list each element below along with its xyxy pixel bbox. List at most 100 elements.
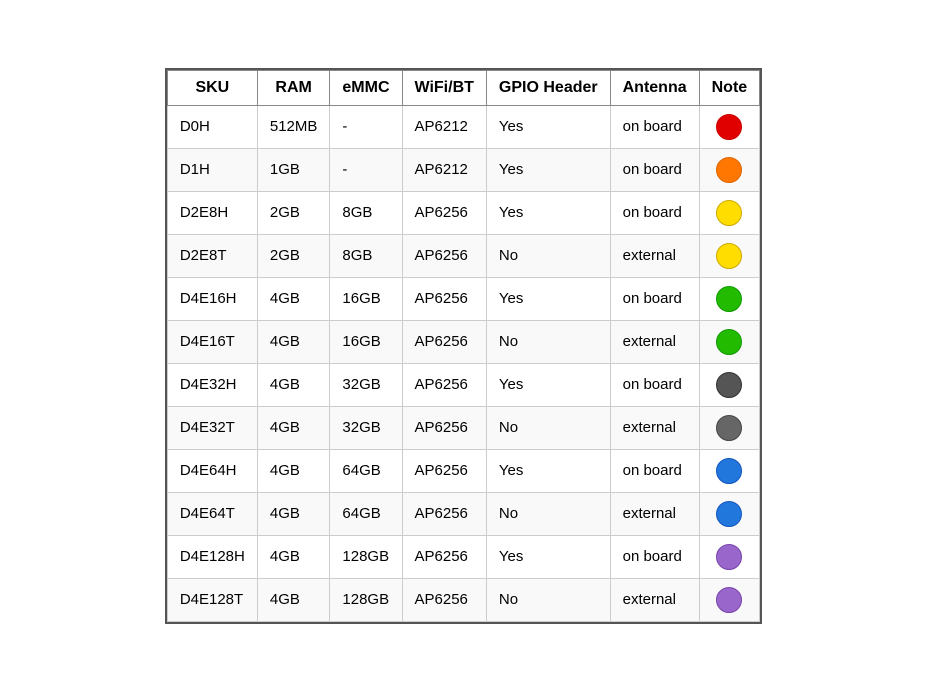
table-row: D2E8H2GB8GBAP6256Yeson board xyxy=(167,191,759,234)
table-row: D4E32H4GB32GBAP6256Yeson board xyxy=(167,363,759,406)
table-row: D4E16T4GB16GBAP6256Noexternal xyxy=(167,320,759,363)
note-dot-cell xyxy=(699,105,760,148)
table-row: D4E128H4GB128GBAP6256Yeson board xyxy=(167,535,759,578)
sku-cell: D4E128T xyxy=(167,578,257,621)
color-dot xyxy=(716,458,742,484)
color-dot xyxy=(716,157,742,183)
sku-table: SKURAMeMMCWiFi/BTGPIO HeaderAntennaNote … xyxy=(167,70,760,622)
table-header-row: SKURAMeMMCWiFi/BTGPIO HeaderAntennaNote xyxy=(167,70,759,105)
gpio-cell: Yes xyxy=(486,363,610,406)
wifi-cell: AP6256 xyxy=(402,277,486,320)
table-row: D4E32T4GB32GBAP6256Noexternal xyxy=(167,406,759,449)
note-dot-cell xyxy=(699,148,760,191)
table-row: D4E64T4GB64GBAP6256Noexternal xyxy=(167,492,759,535)
ram-cell: 4GB xyxy=(257,449,330,492)
ram-cell: 4GB xyxy=(257,363,330,406)
sku-cell: D1H xyxy=(167,148,257,191)
antenna-cell: on board xyxy=(610,277,699,320)
wifi-cell: AP6256 xyxy=(402,191,486,234)
antenna-cell: on board xyxy=(610,449,699,492)
color-dot xyxy=(716,329,742,355)
antenna-cell: on board xyxy=(610,535,699,578)
ram-cell: 4GB xyxy=(257,320,330,363)
column-header-gpio-header: GPIO Header xyxy=(486,70,610,105)
emmc-cell: 8GB xyxy=(330,191,402,234)
ram-cell: 2GB xyxy=(257,234,330,277)
wifi-cell: AP6212 xyxy=(402,105,486,148)
emmc-cell: 128GB xyxy=(330,535,402,578)
table-row: D1H1GB-AP6212Yeson board xyxy=(167,148,759,191)
gpio-cell: Yes xyxy=(486,191,610,234)
antenna-cell: external xyxy=(610,234,699,277)
sku-cell: D4E32T xyxy=(167,406,257,449)
sku-cell: D4E64T xyxy=(167,492,257,535)
ram-cell: 2GB xyxy=(257,191,330,234)
antenna-cell: on board xyxy=(610,148,699,191)
gpio-cell: Yes xyxy=(486,449,610,492)
gpio-cell: Yes xyxy=(486,277,610,320)
note-dot-cell xyxy=(699,191,760,234)
gpio-cell: No xyxy=(486,234,610,277)
sku-cell: D4E128H xyxy=(167,535,257,578)
sku-cell: D4E64H xyxy=(167,449,257,492)
wifi-cell: AP6256 xyxy=(402,535,486,578)
color-dot xyxy=(716,587,742,613)
antenna-cell: on board xyxy=(610,191,699,234)
wifi-cell: AP6256 xyxy=(402,363,486,406)
emmc-cell: 64GB xyxy=(330,449,402,492)
note-dot-cell xyxy=(699,578,760,621)
wifi-cell: AP6212 xyxy=(402,148,486,191)
gpio-cell: No xyxy=(486,578,610,621)
color-dot xyxy=(716,243,742,269)
column-header-emmc: eMMC xyxy=(330,70,402,105)
ram-cell: 4GB xyxy=(257,492,330,535)
gpio-cell: Yes xyxy=(486,105,610,148)
emmc-cell: 32GB xyxy=(330,406,402,449)
wifi-cell: AP6256 xyxy=(402,578,486,621)
note-dot-cell xyxy=(699,535,760,578)
emmc-cell: 16GB xyxy=(330,320,402,363)
color-dot xyxy=(716,544,742,570)
column-header-ram: RAM xyxy=(257,70,330,105)
sku-cell: D2E8H xyxy=(167,191,257,234)
emmc-cell: 16GB xyxy=(330,277,402,320)
gpio-cell: No xyxy=(486,406,610,449)
color-dot xyxy=(716,501,742,527)
table-row: D4E128T4GB128GBAP6256Noexternal xyxy=(167,578,759,621)
emmc-cell: - xyxy=(330,105,402,148)
antenna-cell: external xyxy=(610,578,699,621)
note-dot-cell xyxy=(699,363,760,406)
column-header-sku: SKU xyxy=(167,70,257,105)
note-dot-cell xyxy=(699,449,760,492)
color-dot xyxy=(716,415,742,441)
emmc-cell: 64GB xyxy=(330,492,402,535)
color-dot xyxy=(716,200,742,226)
wifi-cell: AP6256 xyxy=(402,234,486,277)
ram-cell: 4GB xyxy=(257,535,330,578)
ram-cell: 1GB xyxy=(257,148,330,191)
note-dot-cell xyxy=(699,406,760,449)
emmc-cell: 8GB xyxy=(330,234,402,277)
ram-cell: 4GB xyxy=(257,406,330,449)
sku-cell: D4E16H xyxy=(167,277,257,320)
sku-cell: D4E16T xyxy=(167,320,257,363)
column-header-note: Note xyxy=(699,70,760,105)
gpio-cell: Yes xyxy=(486,535,610,578)
table-row: D0H512MB-AP6212Yeson board xyxy=(167,105,759,148)
column-header-wifi-bt: WiFi/BT xyxy=(402,70,486,105)
sku-table-wrapper: SKURAMeMMCWiFi/BTGPIO HeaderAntennaNote … xyxy=(165,68,762,624)
ram-cell: 512MB xyxy=(257,105,330,148)
gpio-cell: Yes xyxy=(486,148,610,191)
color-dot xyxy=(716,372,742,398)
gpio-cell: No xyxy=(486,320,610,363)
antenna-cell: on board xyxy=(610,105,699,148)
sku-cell: D0H xyxy=(167,105,257,148)
antenna-cell: external xyxy=(610,492,699,535)
table-row: D4E16H4GB16GBAP6256Yeson board xyxy=(167,277,759,320)
color-dot xyxy=(716,114,742,140)
ram-cell: 4GB xyxy=(257,277,330,320)
wifi-cell: AP6256 xyxy=(402,406,486,449)
gpio-cell: No xyxy=(486,492,610,535)
color-dot xyxy=(716,286,742,312)
sku-cell: D4E32H xyxy=(167,363,257,406)
